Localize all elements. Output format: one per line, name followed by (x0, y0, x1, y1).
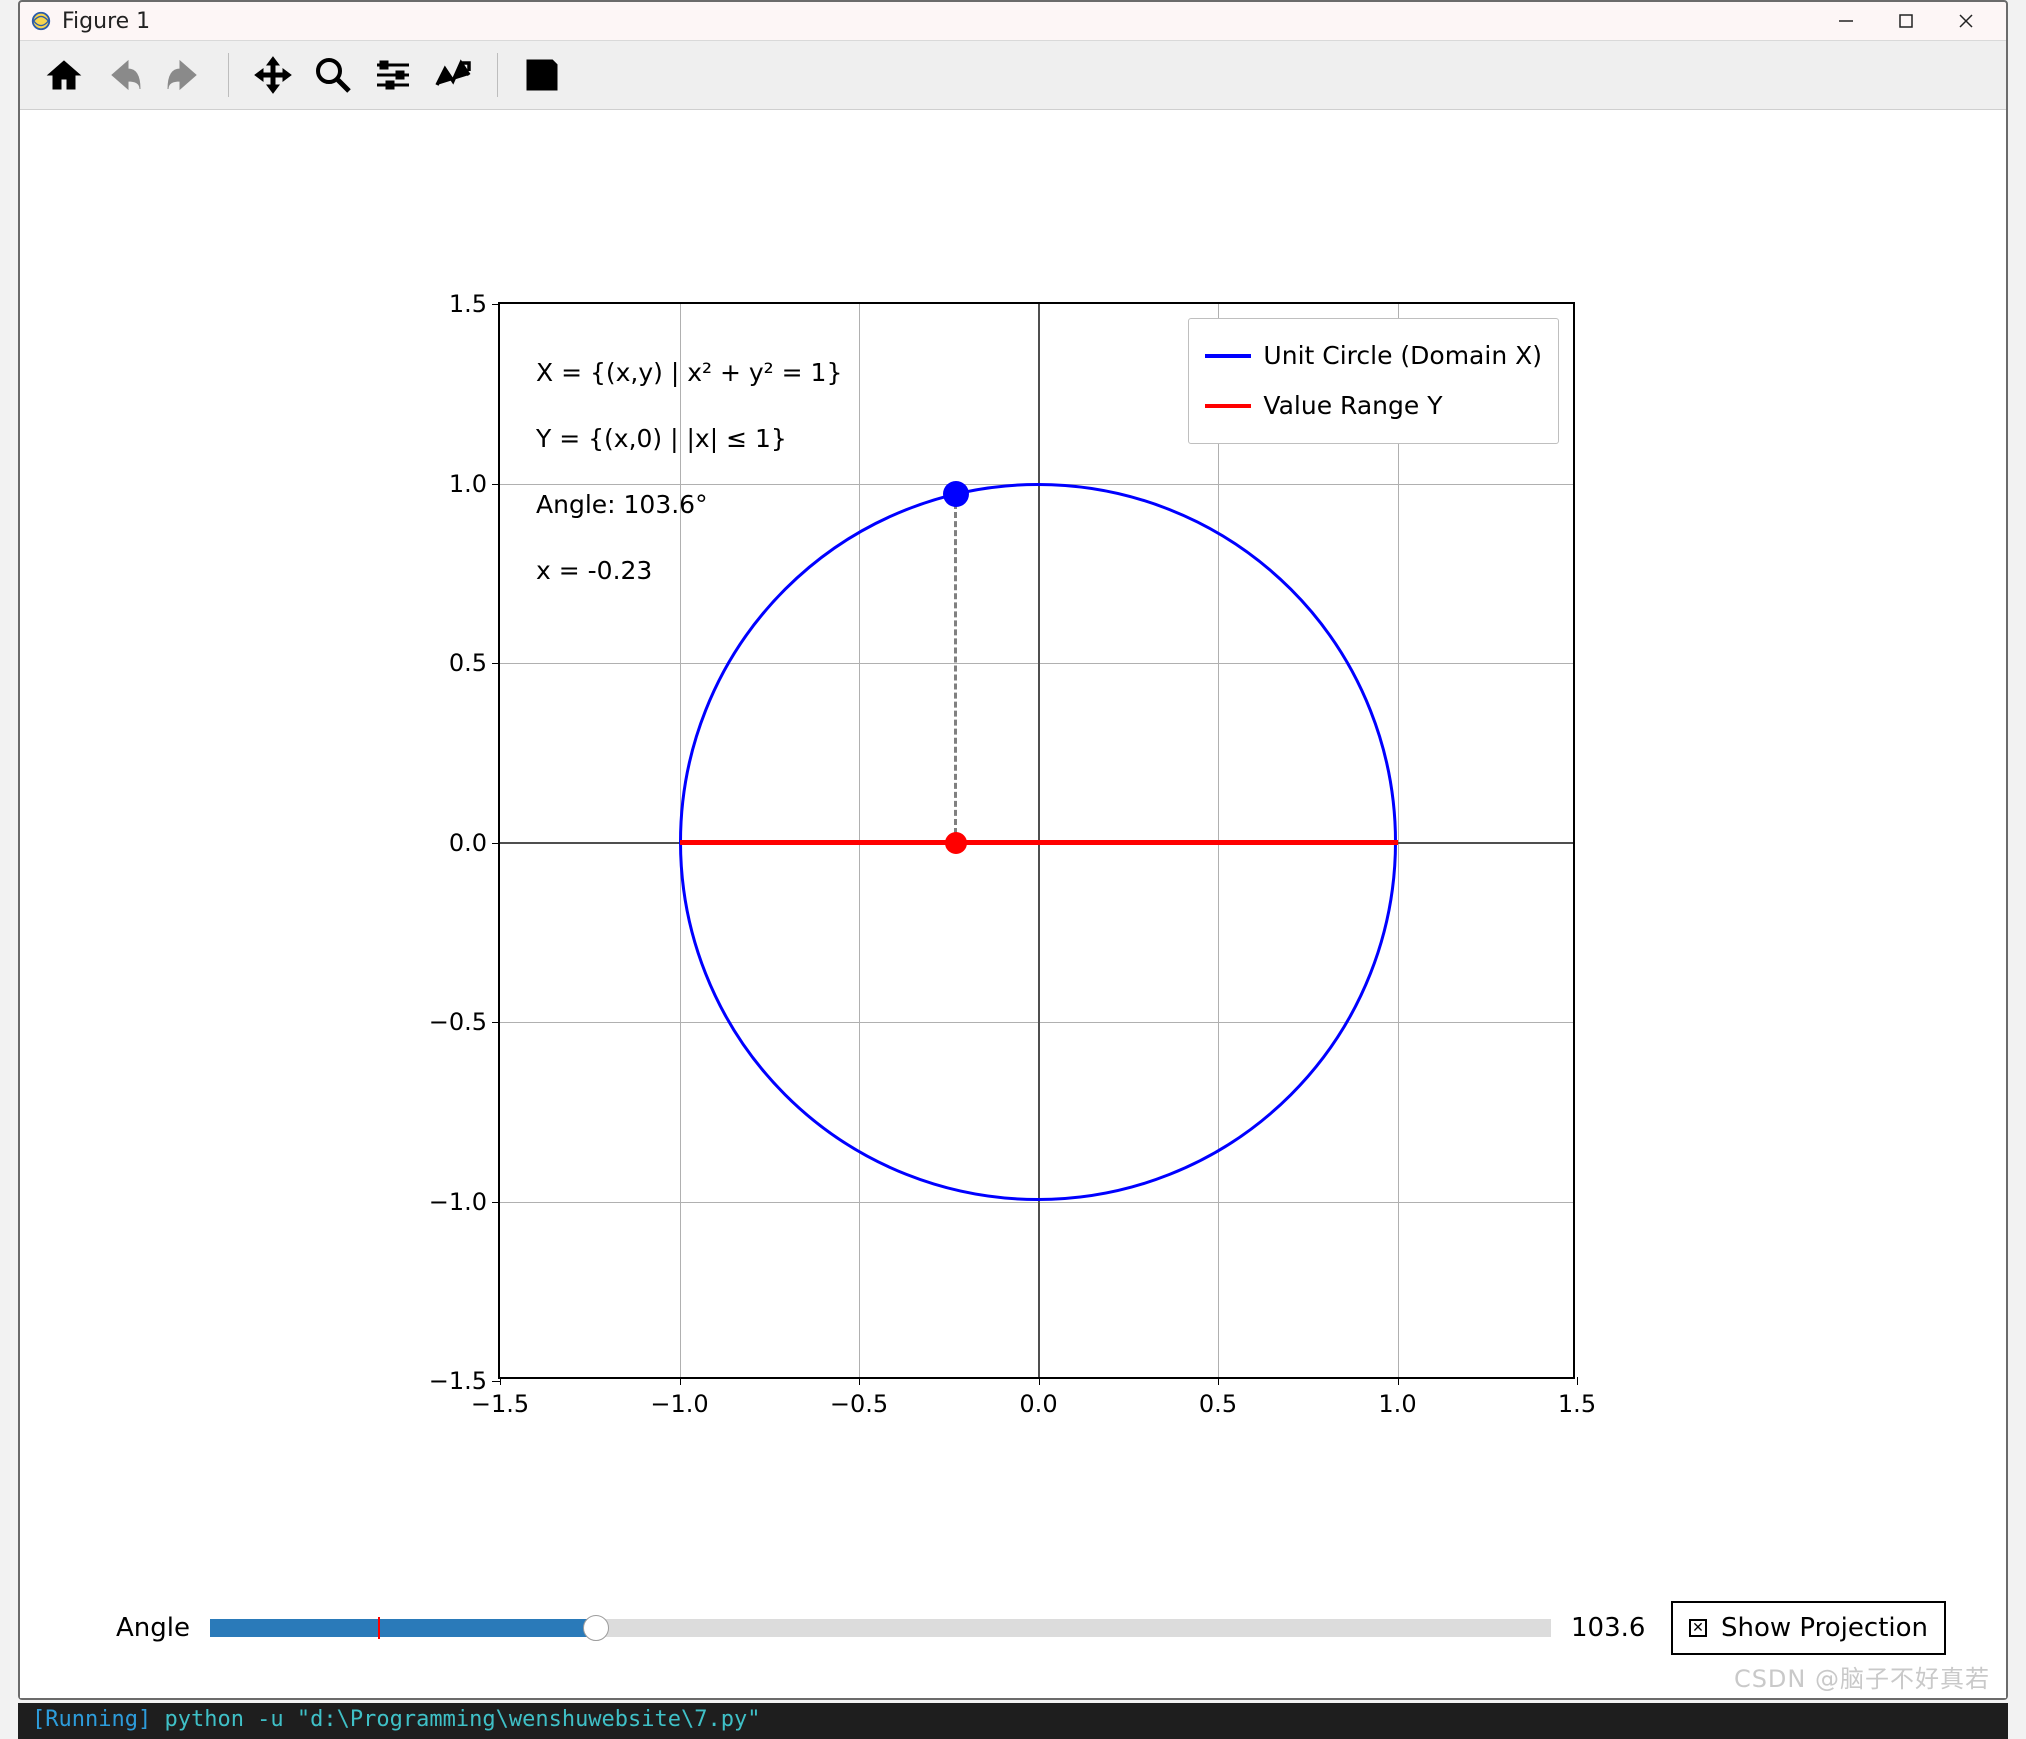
toolbar (20, 40, 2006, 110)
annotation-defX: X = {(x,y) | x² + y² = 1} (536, 358, 842, 387)
close-button[interactable] (1936, 2, 1996, 40)
toolbar-separator (228, 53, 229, 97)
yticklabel: −1.5 (429, 1367, 487, 1395)
maximize-button[interactable] (1876, 2, 1936, 40)
checkbox-label: Show Projection (1721, 1613, 1928, 1643)
xticklabel: 1.0 (1378, 1390, 1416, 1418)
yticklabel: 1.5 (449, 290, 487, 318)
app-icon (30, 10, 52, 32)
tick (1039, 1377, 1040, 1385)
tick (492, 843, 500, 844)
minimize-button[interactable] (1816, 2, 1876, 40)
controls-row: Angle 103.6 ✕ Show Projection (20, 1598, 2006, 1658)
figure-canvas[interactable]: X = {(x,y) | x² + y² = 1} Y = {(x,0) | |… (20, 110, 2006, 1698)
annotation-xval: x = -0.23 (536, 556, 652, 585)
tick (1218, 1377, 1219, 1385)
tick (492, 1381, 500, 1382)
tick (1398, 1377, 1399, 1385)
gridline (1398, 304, 1399, 1377)
xticklabel: 1.5 (1558, 1390, 1596, 1418)
slider-fill (210, 1619, 596, 1637)
legend-swatch (1205, 404, 1251, 408)
tick (492, 1202, 500, 1203)
tick (492, 484, 500, 485)
legend-entry: Value Range Y (1205, 381, 1542, 431)
yticklabel: 0.0 (449, 829, 487, 857)
forward-button[interactable] (158, 49, 210, 101)
toolbar-separator (497, 53, 498, 97)
watermark: CSDN @脑子不好真若 (1734, 1659, 1990, 1694)
terminal-strip: [Running] python -u "d:\Programming\wens… (18, 1703, 2008, 1739)
slider-label: Angle (90, 1613, 190, 1643)
projection-point (945, 832, 967, 854)
legend-label: Value Range Y (1263, 381, 1442, 431)
yticklabel: 0.5 (449, 649, 487, 677)
slider-init-marker (378, 1617, 380, 1639)
tick (680, 1377, 681, 1385)
xticklabel: −1.0 (650, 1390, 708, 1418)
edit-parameters-button[interactable] (427, 49, 479, 101)
pan-button[interactable] (247, 49, 299, 101)
tick (500, 1377, 501, 1385)
yticklabel: 1.0 (449, 470, 487, 498)
window-title: Figure 1 (62, 9, 150, 34)
configure-subplots-button[interactable] (367, 49, 419, 101)
angle-slider[interactable] (210, 1619, 1551, 1637)
legend-label: Unit Circle (Domain X) (1263, 331, 1542, 381)
titlebar: Figure 1 (20, 2, 2006, 40)
terminal-cmd: python -u "d:\Programming\wenshuwebsite\… (151, 1707, 760, 1732)
xticklabel: 0.0 (1019, 1390, 1057, 1418)
slider-thumb[interactable] (583, 1615, 609, 1641)
window-frame: Figure 1 (18, 0, 2008, 1700)
circle-point (943, 481, 969, 507)
yticklabel: −0.5 (429, 1008, 487, 1036)
xticklabel: −0.5 (830, 1390, 888, 1418)
legend: Unit Circle (Domain X) Value Range Y (1188, 318, 1559, 444)
checkbox-icon: ✕ (1689, 1619, 1707, 1637)
yticklabel: −1.0 (429, 1188, 487, 1216)
tick (1577, 1377, 1578, 1385)
annotation-angle: Angle: 103.6° (536, 490, 708, 519)
legend-entry: Unit Circle (Domain X) (1205, 331, 1542, 381)
back-button[interactable] (98, 49, 150, 101)
projection-line (954, 494, 957, 843)
tick (492, 663, 500, 664)
zoom-button[interactable] (307, 49, 359, 101)
slider-value: 103.6 (1571, 1613, 1651, 1643)
plot-axes[interactable]: X = {(x,y) | x² + y² = 1} Y = {(x,0) | |… (498, 302, 1575, 1379)
value-range-line (680, 840, 1398, 845)
tick (859, 1377, 860, 1385)
home-button[interactable] (38, 49, 90, 101)
legend-swatch (1205, 354, 1251, 358)
terminal-running: [Running] (32, 1707, 151, 1732)
gridline (500, 1202, 1573, 1203)
xticklabel: 0.5 (1199, 1390, 1237, 1418)
tick (492, 304, 500, 305)
save-button[interactable] (516, 49, 568, 101)
tick (492, 1022, 500, 1023)
show-projection-checkbox[interactable]: ✕ Show Projection (1671, 1601, 1946, 1655)
annotation-defY: Y = {(x,0) | |x| ≤ 1} (536, 424, 787, 453)
